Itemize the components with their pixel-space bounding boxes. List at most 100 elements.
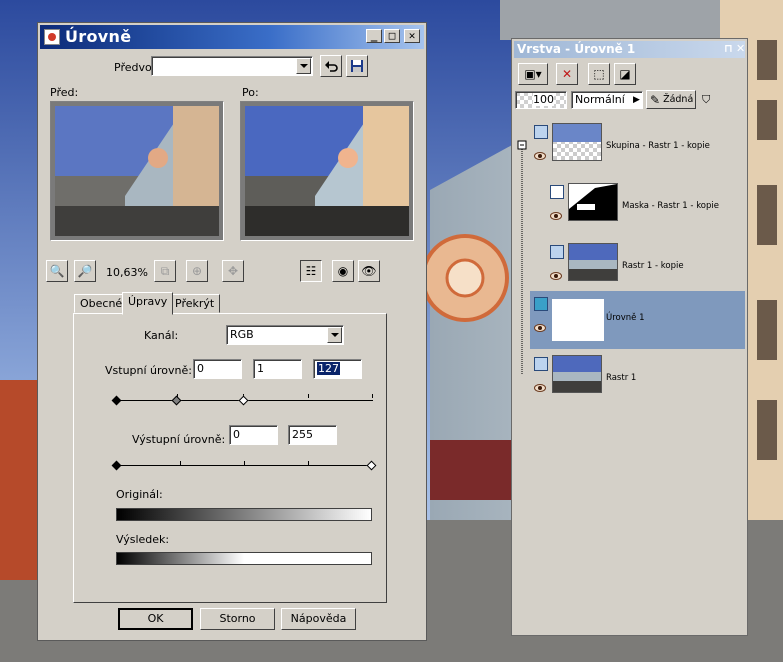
maximize-button[interactable]: □	[384, 29, 400, 43]
tab-general[interactable]: Obecné	[74, 294, 129, 313]
zoom-in-button[interactable]: 🔎	[74, 260, 96, 282]
zoom-fit-button[interactable]: ⊕	[186, 260, 208, 282]
palette-title-bar[interactable]: Vrstva - Úrovně 1 ⊓ ✕	[514, 41, 745, 58]
new-adjustment-layer-button[interactable]: ◪	[614, 63, 636, 85]
zoom-out-button[interactable]: 🔍	[46, 260, 68, 282]
lock-label: Žádná	[663, 94, 694, 105]
raster-layer-icon	[534, 357, 548, 371]
caret-right-icon[interactable]: ▶	[633, 95, 640, 105]
layer-thumbnail	[568, 243, 618, 281]
channel-value: RGB	[230, 328, 254, 341]
adjustment-layer-icon: ◪	[619, 67, 631, 81]
levels-app-icon	[44, 29, 60, 45]
layer-thumbnail	[552, 299, 604, 341]
levels-dialog: Úrovně _ □ ✕ Předvolby: Před: Po: 🔍 🔎 10…	[37, 22, 427, 641]
reset-preset-button[interactable]	[320, 55, 342, 77]
output-white-field[interactable]: 255	[288, 425, 337, 445]
layer-row-raster-copy[interactable]: Rastr 1 - kopie	[546, 239, 745, 297]
eye-lock-icon: ◉	[337, 264, 349, 278]
brush-lock-icon: ✎	[650, 92, 661, 107]
preview-toggle-button[interactable]: 👁	[358, 260, 380, 282]
opacity-field[interactable]: 100	[515, 91, 567, 109]
original-gradient-bar	[116, 508, 372, 521]
pan-button[interactable]: ✥	[222, 260, 244, 282]
minimize-button[interactable]: _	[366, 29, 382, 43]
blend-mode-value: Normální	[575, 93, 625, 106]
before-preview-image	[55, 106, 219, 236]
input-black-field[interactable]: 0	[193, 359, 242, 379]
lock-transparency-button[interactable]: ✎ Žádná	[646, 90, 696, 109]
channel-combo[interactable]: RGB	[226, 325, 344, 345]
after-preview[interactable]	[240, 101, 414, 241]
slider-tick	[372, 394, 373, 398]
group-layer-icon	[534, 125, 548, 139]
input-white-field[interactable]: 127	[313, 359, 362, 379]
auto-proof-button[interactable]: ☷	[300, 260, 322, 282]
before-preview[interactable]	[50, 101, 224, 241]
palette-close-button[interactable]: ✕	[736, 42, 745, 55]
visibility-eye-icon[interactable]	[550, 272, 562, 280]
visibility-eye-icon[interactable]	[534, 384, 546, 392]
slider-tick	[308, 394, 309, 398]
magnifier-minus-icon: 🔍	[49, 264, 65, 278]
magnifier-plus-icon: 🔎	[77, 264, 93, 278]
floppy-disk-icon	[351, 60, 363, 72]
layer-name: Skupina - Rastr 1 - kopie	[606, 141, 710, 151]
help-button[interactable]: Nápověda	[281, 608, 356, 630]
after-label: Po:	[242, 86, 259, 99]
raster-layer-icon	[550, 245, 564, 259]
new-layer-button[interactable]: ▣▾	[518, 63, 548, 85]
cancel-button[interactable]: Storno	[200, 608, 275, 630]
output-slider-track	[117, 465, 373, 466]
layer-row-mask[interactable]: Maska - Rastr 1 - kopie	[546, 179, 745, 237]
delete-layer-button[interactable]: ✕	[556, 63, 578, 85]
layer-row-group[interactable]: Skupina - Rastr 1 - kopie	[530, 119, 745, 177]
chevron-down-icon[interactable]	[327, 327, 342, 343]
layer-row-raster[interactable]: Rastr 1	[530, 351, 745, 409]
move-cross-icon: ✥	[227, 264, 239, 278]
zoom-level: 10,63%	[106, 266, 148, 279]
slider-tick	[308, 461, 309, 465]
dialog-title: Úrovně	[65, 27, 132, 46]
preview-on-image-button[interactable]: ◉	[332, 260, 354, 282]
link-icon[interactable]: ⛉	[702, 93, 710, 107]
after-preview-image	[245, 106, 409, 236]
pin-icon[interactable]: ⊓	[724, 42, 733, 55]
layer-thumbnail	[552, 355, 602, 393]
mask-thumbnail-image	[569, 184, 617, 220]
visibility-eye-icon[interactable]	[534, 152, 546, 160]
result-gradient-bar	[116, 552, 372, 565]
layer-name: Rastr 1	[606, 373, 637, 383]
opacity-value: 100	[533, 93, 554, 106]
input-gamma-field[interactable]: 1	[253, 359, 302, 379]
mask-layer-icon	[550, 185, 564, 199]
tab-overlay[interactable]: Překrýt	[169, 294, 221, 313]
presets-combo[interactable]	[151, 56, 313, 76]
close-button[interactable]: ✕	[404, 29, 420, 43]
before-label: Před:	[50, 86, 79, 99]
layer-row-levels-adjustment[interactable]: Úrovně 1	[530, 291, 745, 349]
tab-adjustments[interactable]: Úpravy	[122, 292, 174, 315]
save-preset-button[interactable]	[346, 55, 368, 77]
visibility-eye-icon[interactable]	[534, 324, 546, 332]
zoom-100-button[interactable]: ⧉	[154, 260, 176, 282]
original-label: Originál:	[116, 488, 163, 501]
slider-tick	[244, 461, 245, 465]
input-levels-label: Vstupní úrovně:	[105, 364, 192, 377]
new-mask-button[interactable]: ⬚	[588, 63, 610, 85]
actual-size-icon: ⧉	[160, 263, 170, 278]
adjustment-layer-icon	[534, 297, 548, 311]
layers-palette: Vrstva - Úrovně 1 ⊓ ✕ ▣▾ ✕ ⬚ ◪ 100 Normá…	[511, 38, 748, 636]
input-white-value: 127	[317, 362, 340, 375]
output-black-field[interactable]: 0	[229, 425, 278, 445]
dialog-title-bar[interactable]: Úrovně _ □ ✕	[40, 25, 424, 49]
ok-button[interactable]: OK	[118, 608, 193, 630]
visibility-eye-icon[interactable]	[550, 212, 562, 220]
delete-layer-icon: ✕	[561, 67, 573, 81]
result-label: Výsledek:	[116, 533, 170, 546]
zoom-fit-icon: ⊕	[191, 264, 203, 278]
proof-list-icon: ☷	[305, 264, 317, 278]
chevron-down-icon[interactable]	[296, 58, 311, 74]
layer-thumbnail	[552, 123, 602, 161]
new-raster-layer-icon: ▣▾	[524, 67, 542, 81]
